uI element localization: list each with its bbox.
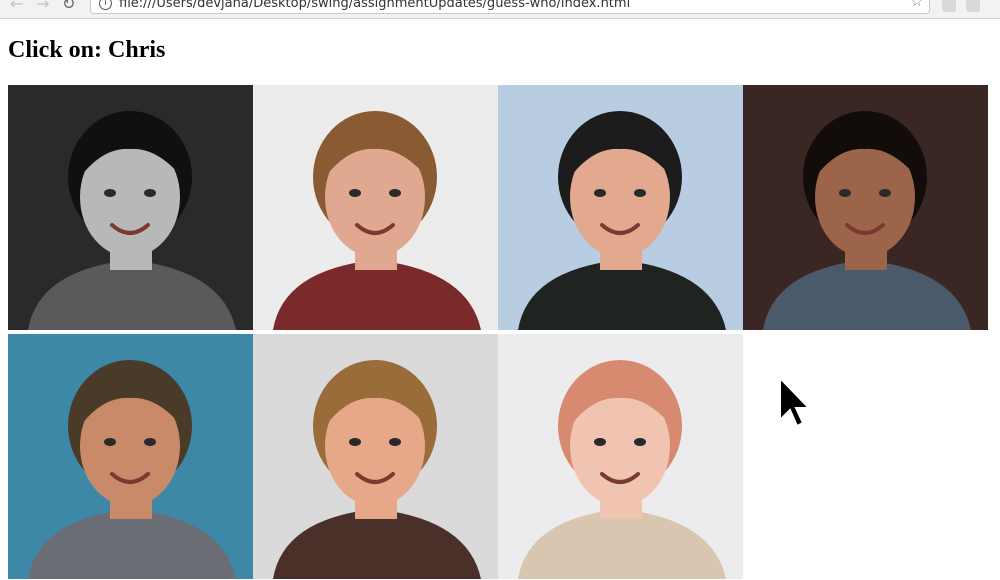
mouse-pointer-icon [779, 376, 812, 428]
forward-button[interactable]: → [36, 0, 49, 13]
star-icon[interactable]: ☆ [910, 0, 923, 10]
extension-icon[interactable] [966, 0, 980, 12]
portrait-image [8, 85, 253, 330]
address-bar[interactable]: i file:///Users/devjana/Desktop/swing/as… [90, 0, 930, 14]
portrait-image [253, 334, 498, 579]
photo-tile[interactable] [8, 334, 253, 579]
portrait-image [498, 334, 743, 579]
portrait-image [498, 85, 743, 330]
portrait-image [8, 334, 253, 579]
photo-tile[interactable] [743, 85, 988, 330]
info-icon[interactable]: i [99, 0, 112, 10]
photo-grid [8, 85, 988, 579]
url-text[interactable]: file:///Users/devjana/Desktop/swing/assi… [119, 0, 630, 11]
photo-tile[interactable] [253, 85, 498, 330]
back-button[interactable]: ← [10, 0, 23, 13]
browser-toolbar: ← → ↻ i file:///Users/devjana/Desktop/sw… [0, 0, 1000, 19]
photo-tile[interactable] [253, 334, 498, 579]
photo-tile[interactable] [498, 334, 743, 579]
portrait-image [743, 85, 988, 330]
photo-tile[interactable] [498, 85, 743, 330]
reload-button[interactable]: ↻ [62, 0, 75, 13]
photo-tile[interactable] [8, 85, 253, 330]
portrait-image [253, 85, 498, 330]
page-title: Click on: Chris [8, 37, 166, 63]
extension-icon[interactable] [942, 0, 956, 12]
